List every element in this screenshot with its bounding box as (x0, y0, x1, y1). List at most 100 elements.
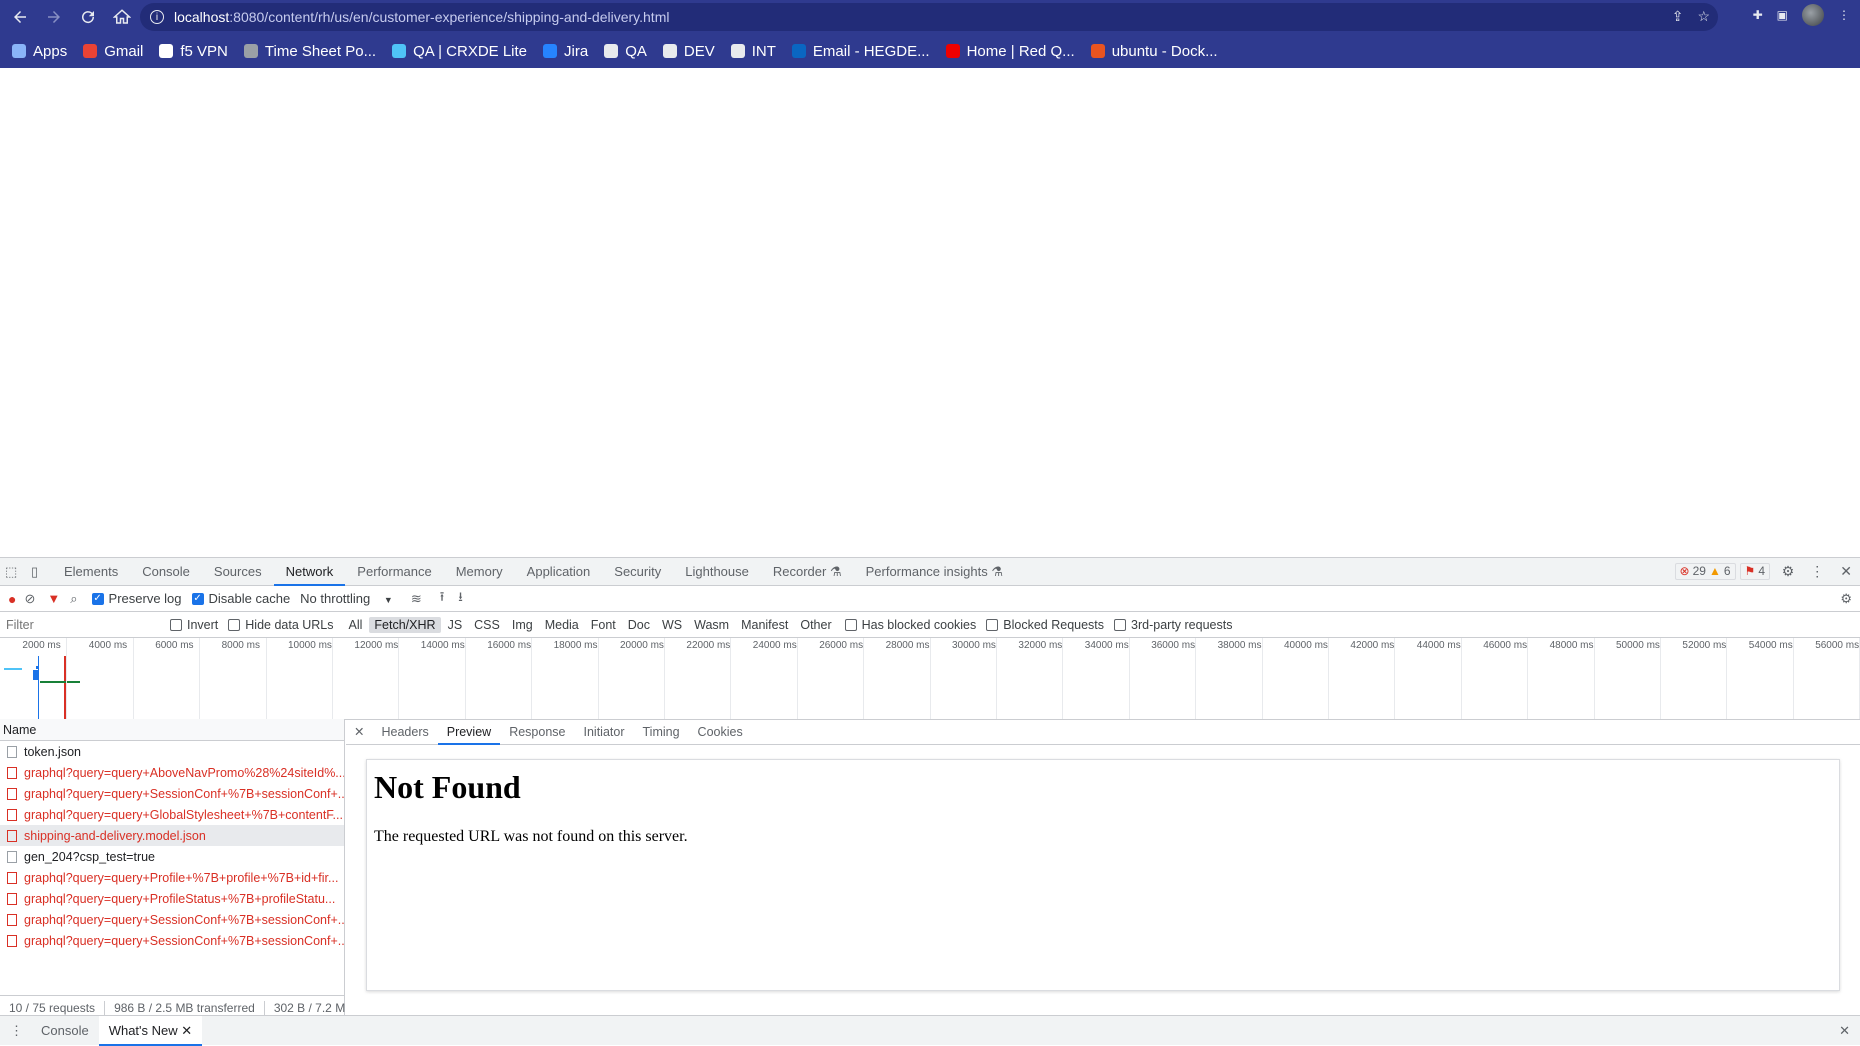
bookmark-time-sheet-po[interactable]: Time Sheet Po... (243, 43, 376, 60)
close-devtools-icon[interactable]: ✕ (1840, 563, 1852, 580)
devtools-menu-icon[interactable]: ⋮ (1810, 563, 1824, 580)
device-toolbar-icon[interactable]: ▯ (31, 564, 47, 580)
settings-gear-icon[interactable]: ⚙ (1782, 563, 1795, 580)
tab-headers[interactable]: Headers (372, 719, 437, 745)
filter-input[interactable] (2, 613, 170, 636)
bookmark-dev[interactable]: DEV (662, 43, 715, 60)
export-har-icon[interactable]: ⭳ (458, 588, 463, 610)
tab-recorder[interactable]: Recorder ⚗ (761, 558, 854, 586)
name-column-header[interactable]: Name (0, 719, 344, 741)
side-panel-icon[interactable]: ▣ (1777, 8, 1788, 22)
filter-type-ws[interactable]: WS (657, 617, 687, 633)
clear-icon[interactable]: ⊘ (24, 591, 35, 607)
tab-console[interactable]: Console (130, 558, 202, 586)
table-row[interactable]: token.json (0, 741, 344, 762)
timeline-gridline (996, 638, 997, 719)
blocked-requests-checkbox[interactable]: Blocked Requests (986, 618, 1104, 632)
avatar[interactable] (1802, 4, 1824, 26)
drawer-tab-what-s-new[interactable]: What's New ✕ (98, 1015, 203, 1046)
tab-lighthouse[interactable]: Lighthouse (673, 558, 761, 586)
filter-type-manifest[interactable]: Manifest (736, 617, 793, 633)
issues-badge[interactable]: ⚑ 4 (1739, 563, 1770, 580)
table-row[interactable]: graphql?query=query+Profile+%7B+profile+… (0, 867, 344, 888)
throttling-select[interactable]: No throttling ▼ (300, 591, 393, 606)
bookmark-jira[interactable]: Jira (543, 43, 588, 60)
address-bar[interactable]: i localhost:8080/content/rh/us/en/custom… (140, 3, 1718, 31)
record-icon[interactable]: ● (8, 591, 16, 607)
table-row[interactable]: graphql?query=query+SessionConf+%7B+sess… (0, 930, 344, 951)
table-row[interactable]: graphql?query=query+ProfileStatus+%7B+pr… (0, 888, 344, 909)
share-icon[interactable]: ⇪ (1672, 8, 1684, 25)
bookmark-int[interactable]: INT (730, 43, 776, 60)
back-button[interactable] (6, 3, 34, 31)
tab-application[interactable]: Application (515, 558, 603, 586)
table-row[interactable]: graphql?query=query+AboveNavPromo%28%24s… (0, 762, 344, 783)
filter-type-all[interactable]: All (344, 617, 368, 633)
inspect-element-icon[interactable]: ⬚ (5, 564, 21, 580)
browser-menu-icon[interactable]: ⋮ (1838, 8, 1850, 22)
drawer-menu-icon[interactable]: ⋮ (0, 1023, 31, 1039)
table-row[interactable]: gen_204?csp_test=true (0, 846, 344, 867)
network-settings-icon[interactable]: ⚙ (1840, 591, 1852, 607)
table-row[interactable]: graphql?query=query+SessionConf+%7B+sess… (0, 909, 344, 930)
timeline-gridline (66, 638, 68, 719)
bookmark-f5-vpn[interactable]: f5 VPN (159, 43, 228, 60)
tab-elements[interactable]: Elements (52, 558, 130, 586)
filter-type-font[interactable]: Font (586, 617, 621, 633)
search-icon[interactable]: ⌕ (70, 591, 77, 607)
invert-label: Invert (187, 617, 219, 632)
home-button[interactable] (108, 3, 136, 31)
tab-timing[interactable]: Timing (634, 719, 689, 745)
filter-type-fetch-xhr[interactable]: Fetch/XHR (369, 616, 441, 633)
filter-type-media[interactable]: Media (540, 617, 584, 633)
bookmark-qa-crxde-lite[interactable]: QA | CRXDE Lite (392, 43, 527, 60)
filter-type-wasm[interactable]: Wasm (689, 617, 734, 633)
filter-type-js[interactable]: JS (443, 617, 468, 633)
filter-type-img[interactable]: Img (507, 617, 538, 633)
bookmark-ubuntu-dock[interactable]: ubuntu - Dock... (1090, 43, 1218, 60)
tab-initiator[interactable]: Initiator (575, 719, 634, 745)
tab-security[interactable]: Security (602, 558, 673, 586)
close-detail-icon[interactable]: ✕ (346, 724, 372, 739)
tab-cookies[interactable]: Cookies (689, 719, 752, 745)
tab-memory[interactable]: Memory (444, 558, 515, 586)
bookmark-apps[interactable]: Apps (12, 43, 67, 60)
close-drawer-icon[interactable]: ✕ (1839, 1023, 1850, 1039)
resources-size: 302 B / 7.2 MB (265, 1001, 345, 1015)
table-row[interactable]: graphql?query=query+SessionConf+%7B+sess… (0, 783, 344, 804)
tab-performance[interactable]: Performance (345, 558, 443, 586)
info-icon[interactable]: i (150, 10, 164, 24)
bookmark-qa[interactable]: QA (604, 43, 647, 60)
hide-data-urls-checkbox[interactable]: Hide data URLs (228, 618, 334, 632)
tab-response[interactable]: Response (500, 719, 574, 745)
tab-performance-insights[interactable]: Performance insights ⚗ (854, 558, 1015, 586)
bookmark-label: QA | CRXDE Lite (413, 42, 528, 60)
preserve-log-checkbox[interactable]: ✓ Preserve log (91, 591, 182, 606)
tab-sources[interactable]: Sources (202, 558, 274, 586)
import-har-icon[interactable]: ⭱ (440, 588, 445, 610)
filter-type-css[interactable]: CSS (469, 617, 505, 633)
close-tab-icon[interactable]: ✕ (178, 1023, 192, 1038)
table-row[interactable]: graphql?query=query+GlobalStylesheet+%7B… (0, 804, 344, 825)
third-party-checkbox[interactable]: 3rd-party requests (1114, 618, 1232, 632)
table-row[interactable]: shipping-and-delivery.model.json (0, 825, 344, 846)
reload-button[interactable] (74, 3, 102, 31)
network-overview-timeline[interactable]: 2000 ms 4000 ms 6000 ms 8000 ms 10000 ms 1200… (0, 638, 1860, 720)
drawer-tab-console[interactable]: Console (31, 1016, 99, 1046)
filter-type-other[interactable]: Other (795, 617, 836, 633)
bookmark-email-hegde[interactable]: Email - HEGDE... (791, 43, 930, 60)
filter-icon[interactable]: ▼ (47, 591, 60, 606)
bookmark-home-red-q[interactable]: Home | Red Q... (945, 43, 1075, 60)
bookmark-gmail[interactable]: Gmail (83, 43, 143, 60)
extensions-icon[interactable]: ✚ (1753, 8, 1763, 22)
invert-checkbox[interactable]: Invert (170, 618, 218, 632)
network-conditions-icon[interactable]: ≋ (411, 591, 422, 607)
blocked-cookies-checkbox[interactable]: Has blocked cookies (844, 618, 976, 632)
tab-network[interactable]: Network (273, 558, 346, 586)
forward-button[interactable] (40, 3, 68, 31)
star-icon[interactable]: ☆ (1697, 8, 1710, 25)
disable-cache-checkbox[interactable]: ✓ Disable cache (191, 591, 290, 606)
console-counts[interactable]: ⊗ 29 ▲ 6 (1674, 563, 1736, 580)
filter-type-doc[interactable]: Doc (623, 617, 655, 633)
tab-preview[interactable]: Preview (437, 719, 501, 745)
